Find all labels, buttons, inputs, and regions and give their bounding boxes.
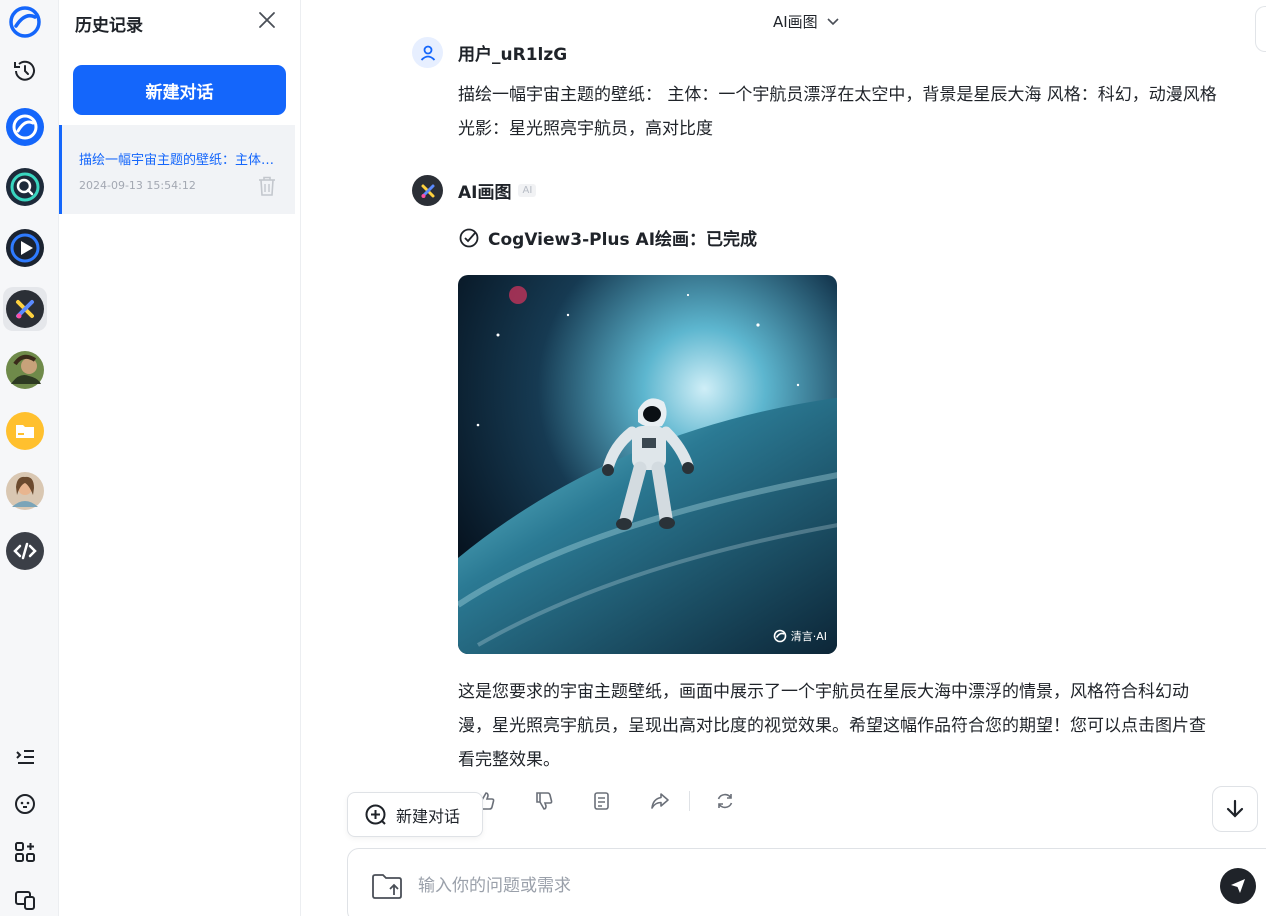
app-window: 历史记录 新建对话 描绘一幅宇宙主题的壁纸：主体：一个宇航员漂浮在太空中 202… — [0, 0, 1266, 916]
persona-agent-avatar-icon[interactable] — [3, 469, 47, 513]
upload-folder-icon[interactable] — [370, 871, 404, 901]
send-button[interactable] — [1220, 868, 1256, 904]
bot-name-row: AI画图 AI — [458, 178, 537, 203]
file-agent-icon[interactable] — [3, 409, 47, 453]
history-item-date: 2024-09-13 15:54:12 — [79, 179, 196, 192]
history-title: 历史记录 — [75, 16, 143, 36]
bot-reply: 这是您要求的宇宙主题壁纸，画面中展示了一个宇航员在星辰大海中漂浮的情景，风格符合… — [458, 682, 1206, 770]
chevron-down-icon — [827, 17, 839, 25]
ai-badge: AI — [518, 184, 537, 197]
collapse-menu-icon[interactable] — [3, 735, 47, 779]
share-icon[interactable] — [645, 786, 675, 816]
close-icon[interactable] — [256, 9, 278, 31]
side-panel-handle[interactable] — [1255, 6, 1266, 52]
bot-name: AI画图 — [458, 183, 512, 203]
image-watermark: 清言·AI — [773, 628, 827, 644]
action-divider — [689, 791, 690, 811]
history-icon[interactable] — [3, 49, 47, 93]
message-actions — [471, 786, 768, 816]
code-agent-icon[interactable] — [3, 529, 47, 573]
bot-avatar — [412, 175, 443, 206]
user-avatar — [412, 37, 443, 68]
history-panel: 历史记录 新建对话 描绘一幅宇宙主题的壁纸：主体：一个宇航员漂浮在太空中 202… — [59, 0, 301, 916]
video-agent-icon[interactable] — [3, 226, 47, 270]
user-message: 描绘一幅宇宙主题的壁纸： 主体：一个宇航员漂浮在太空中，背景是星辰大海 风格：科… — [458, 85, 1217, 139]
history-item-title: 描绘一幅宇宙主题的壁纸：主体：一个宇航员漂浮在太空中 — [79, 153, 279, 168]
delete-icon[interactable] — [257, 175, 277, 197]
app-logo-icon[interactable] — [3, 0, 47, 44]
scroll-down-button[interactable] — [1212, 786, 1258, 832]
generation-status: CogView3-Plus AI绘画：已完成 — [458, 225, 757, 250]
chat-input[interactable] — [418, 871, 1178, 901]
thumbs-down-icon[interactable] — [529, 786, 559, 816]
chat-main: AI画图 用户_uR1lzG 描绘一幅宇宙主题的壁纸： 主体：一个宇航员漂浮在太… — [301, 0, 1266, 916]
search-agent-icon[interactable] — [3, 165, 47, 209]
watermark-text: 清言·AI — [790, 630, 827, 643]
character-agent-avatar-icon[interactable] — [3, 348, 47, 392]
floating-new-chat-label: 新建对话 — [396, 806, 461, 826]
apps-grid-icon[interactable] — [3, 830, 47, 874]
regenerate-icon[interactable] — [710, 786, 740, 816]
ai-painting-icon — [421, 184, 434, 198]
devices-icon[interactable] — [3, 878, 47, 916]
user-name: 用户_uR1lzG — [458, 45, 568, 65]
chat-input-box — [347, 848, 1266, 916]
generated-image[interactable]: 清言·AI — [458, 275, 837, 654]
history-list-item[interactable]: 描绘一幅宇宙主题的壁纸：主体：一个宇航员漂浮在太空中 2024-09-13 15… — [59, 125, 295, 214]
floating-new-chat-button[interactable]: 新建对话 — [347, 792, 483, 837]
status-text: CogView3-Plus AI绘画：已完成 — [488, 230, 758, 250]
qingyan-logo-icon — [773, 629, 787, 643]
app-rail — [0, 0, 59, 916]
feedback-icon[interactable] — [3, 782, 47, 826]
agent-title: AI画图 — [773, 13, 818, 31]
send-icon — [1231, 879, 1245, 893]
add-chat-icon — [365, 804, 386, 825]
new-chat-button[interactable]: 新建对话 — [73, 65, 286, 115]
check-circle-icon — [459, 228, 479, 247]
user-icon — [420, 45, 435, 61]
chatglm-agent-icon[interactable] — [3, 105, 47, 149]
ai-painting-agent-icon[interactable] — [3, 287, 47, 331]
agent-title-dropdown[interactable]: AI画图 — [773, 11, 840, 32]
arrow-down-icon — [1226, 799, 1244, 818]
copy-icon[interactable] — [587, 786, 617, 816]
